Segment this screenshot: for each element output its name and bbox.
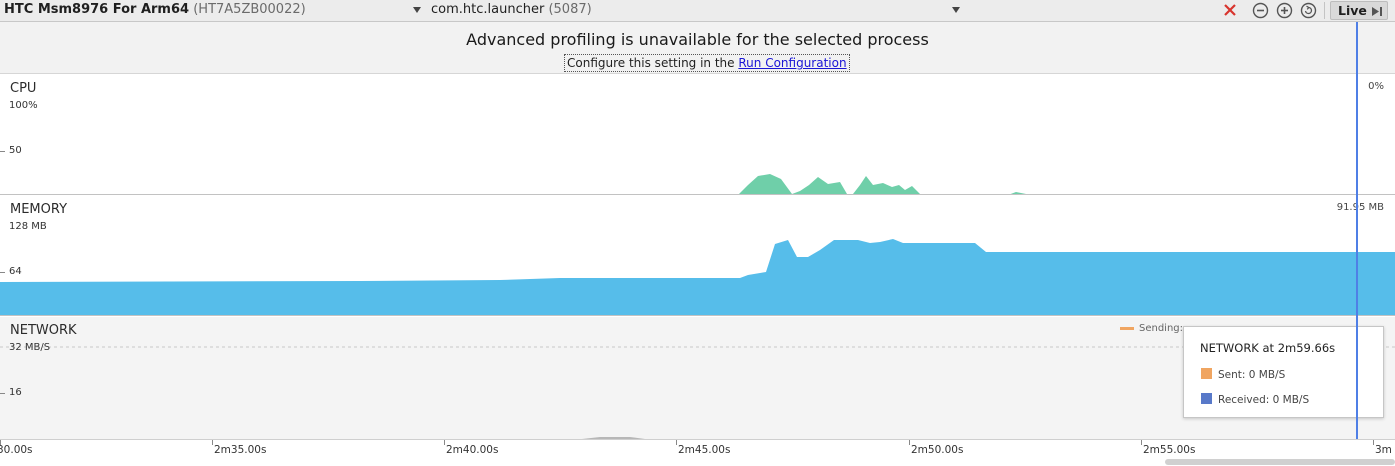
banner-subtitle: Configure this setting in the Run Config… xyxy=(564,54,850,72)
time-label: 2m35.00s xyxy=(214,444,267,456)
axis-tick-mark xyxy=(1373,440,1374,445)
time-label: 3m xyxy=(1375,444,1392,456)
cpu-usage-area-small xyxy=(1010,192,1026,194)
tooltip-received-row: Received: 0 MB/S xyxy=(1201,393,1309,406)
sending-legend-label: Sending: xyxy=(1139,323,1184,334)
memory-tick-top: 128 MB xyxy=(9,221,47,232)
time-label: 2m55.00s xyxy=(1143,444,1196,456)
network-legend: Sending: xyxy=(1120,323,1183,334)
profiler-toolbar: HTC Msm8976 For Arm64 (HT7A5ZB00022) com… xyxy=(0,0,1395,22)
tooltip-sent-row: Sent: 0 MB/S xyxy=(1201,368,1285,381)
axis-tick-mark xyxy=(212,440,213,445)
axis-tick-mark xyxy=(0,151,5,152)
tooltip-received: Received: 0 MB/S xyxy=(1218,394,1310,406)
time-label: 2m45.00s xyxy=(678,444,731,456)
network-tick-mid: 16 xyxy=(9,387,22,398)
device-name: HTC Msm8976 For Arm64 xyxy=(4,2,190,17)
memory-current-value: 91.95 MB xyxy=(1336,202,1384,213)
cpu-title: CPU xyxy=(10,81,37,96)
process-name: com.htc.launcher xyxy=(431,2,545,17)
received-swatch xyxy=(1201,393,1212,404)
time-label: 30.00s xyxy=(0,444,33,456)
run-configuration-link[interactable]: Run Configuration xyxy=(738,56,846,70)
device-serial: (HT7A5ZB00022) xyxy=(193,2,306,17)
tooltip-title: NETWORK at 2m59.66s xyxy=(1200,341,1336,355)
cpu-tick-mid: 50 xyxy=(9,145,22,156)
memory-usage-area xyxy=(0,239,1395,315)
tooltip-sent: Sent: 0 MB/S xyxy=(1218,369,1286,381)
zoom-in-icon[interactable] xyxy=(1276,2,1293,19)
axis-tick-mark xyxy=(1141,440,1142,445)
horizontal-scrollbar[interactable] xyxy=(1165,459,1395,465)
axis-tick-mark xyxy=(0,393,5,394)
toolbar-separator xyxy=(1324,2,1325,19)
time-label: 2m40.00s xyxy=(446,444,499,456)
cpu-panel[interactable]: CPU 100% 50 0% xyxy=(0,75,1395,195)
process-pid: (5087) xyxy=(548,2,592,17)
chevron-down-icon xyxy=(952,7,960,13)
time-label: 2m50.00s xyxy=(911,444,964,456)
network-tick-top: 32 MB/S xyxy=(9,342,51,353)
process-dropdown[interactable]: com.htc.launcher (5087) xyxy=(431,0,966,21)
axis-tick-mark xyxy=(676,440,677,445)
chevron-down-icon xyxy=(413,7,421,13)
profiling-unavailable-banner: Advanced profiling is unavailable for th… xyxy=(0,22,1395,74)
axis-tick-mark xyxy=(909,440,910,445)
reset-zoom-icon[interactable] xyxy=(1300,2,1317,19)
device-dropdown[interactable]: HTC Msm8976 For Arm64 (HT7A5ZB00022) xyxy=(0,0,425,21)
go-live-icon xyxy=(1372,7,1382,16)
time-cursor-line[interactable] xyxy=(1356,22,1358,439)
memory-usage-graph xyxy=(0,239,1395,315)
cpu-tick-top: 100% xyxy=(9,100,38,111)
sent-swatch xyxy=(1201,368,1212,379)
zoom-out-icon[interactable] xyxy=(1252,2,1269,19)
cpu-current-value: 0% xyxy=(1368,81,1384,92)
axis-tick-mark xyxy=(0,272,5,273)
banner-subtitle-text: Configure this setting in the xyxy=(567,56,739,70)
banner-title: Advanced profiling is unavailable for th… xyxy=(466,30,929,49)
network-tooltip: NETWORK at 2m59.66s Sent: 0 MB/S Receive… xyxy=(1183,326,1384,418)
axis-tick-mark xyxy=(444,440,445,445)
memory-title: MEMORY xyxy=(10,202,68,217)
live-label: Live xyxy=(1338,3,1367,18)
live-button[interactable]: Live xyxy=(1330,1,1388,20)
close-icon[interactable] xyxy=(1222,2,1238,18)
network-title: NETWORK xyxy=(10,323,77,338)
sending-legend-swatch xyxy=(1120,326,1134,330)
memory-panel[interactable]: MEMORY 128 MB 64 91.95 MB xyxy=(0,196,1395,316)
cpu-usage-graph xyxy=(739,174,1026,194)
memory-tick-mid: 64 xyxy=(9,266,22,277)
cpu-usage-area xyxy=(739,174,920,194)
